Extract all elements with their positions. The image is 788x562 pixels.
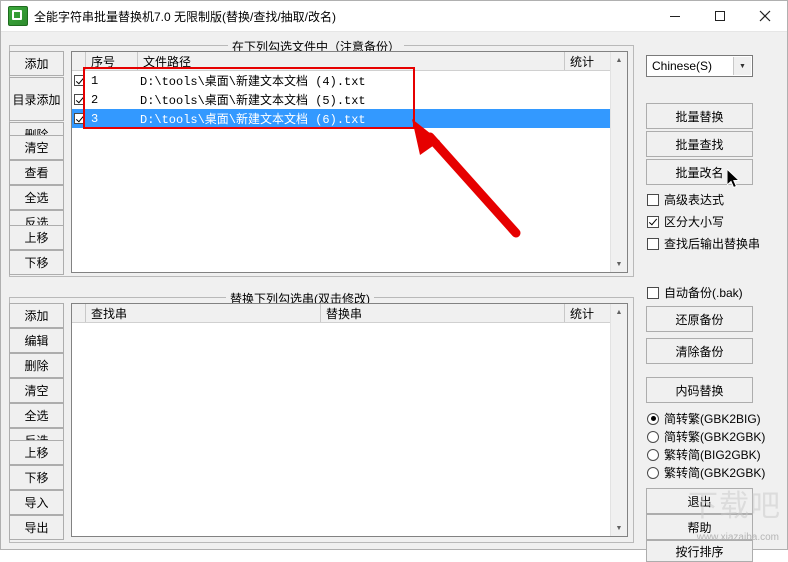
row-path: D:\tools\桌面\新建文本文档 (5).txt bbox=[140, 94, 366, 108]
chevron-down-icon[interactable]: ▼ bbox=[733, 57, 751, 75]
row-checkbox[interactable] bbox=[72, 75, 86, 86]
advanced-expression-label: 高级表达式 bbox=[664, 193, 725, 207]
checkbox-box bbox=[647, 286, 659, 299]
advanced-expression-checkbox[interactable]: 高级表达式 bbox=[647, 191, 724, 208]
output-replace-string-label: 查找后输出替换串 bbox=[664, 237, 761, 251]
sort-lines-button[interactable]: 按行排序 bbox=[646, 540, 753, 562]
row-index: 1 bbox=[91, 73, 99, 88]
replace-col-check bbox=[72, 304, 86, 322]
radio-dot bbox=[647, 430, 659, 443]
radio-gbk2gbk-t2s[interactable]: 繁转简(GBK2GBK) bbox=[647, 464, 765, 481]
replace-list[interactable]: 查找串 替换串 统计 ▲ ▼ bbox=[71, 303, 628, 537]
replace-clear-button[interactable]: 清空 bbox=[9, 378, 64, 403]
application-window: 全能字符串批量替换机7.0 无限制版(替换/查找/抽取/改名) 在下列勾选文件中… bbox=[0, 0, 788, 562]
scroll-up-icon[interactable]: ▲ bbox=[611, 52, 627, 68]
replace-list-header: 查找串 替换串 统计 bbox=[72, 304, 627, 323]
table-row[interactable]: 1 D:\tools\桌面\新建文本文档 (4).txt bbox=[72, 71, 627, 90]
radio-dot bbox=[647, 412, 659, 425]
maximize-button[interactable] bbox=[697, 1, 742, 31]
radio-gbk2big[interactable]: 简转繁(GBK2BIG) bbox=[647, 410, 761, 427]
replace-move-up-button[interactable]: 上移 bbox=[9, 440, 64, 465]
file-col-index[interactable]: 序号 bbox=[86, 52, 138, 70]
checkbox-box bbox=[647, 215, 659, 228]
file-col-check bbox=[72, 52, 86, 70]
minimize-button[interactable] bbox=[652, 1, 697, 31]
replace-col-replace[interactable]: 替换串 bbox=[321, 304, 565, 322]
replace-delete-button[interactable]: 删除 bbox=[9, 353, 64, 378]
file-select-all-button[interactable]: 全选 bbox=[9, 185, 64, 210]
row-checkbox[interactable] bbox=[72, 113, 86, 124]
case-sensitive-label: 区分大小写 bbox=[664, 215, 725, 229]
file-list-scrollbar[interactable]: ▲ ▼ bbox=[610, 52, 627, 272]
row-path: D:\tools\桌面\新建文本文档 (4).txt bbox=[140, 75, 366, 89]
radio-dot bbox=[647, 466, 659, 479]
watermark-logo: 下载吧 bbox=[688, 490, 781, 523]
radio-big2gbk-label: 繁转简(BIG2GBK) bbox=[664, 448, 761, 462]
radio-dot bbox=[647, 448, 659, 461]
replace-list-scrollbar[interactable]: ▲ ▼ bbox=[610, 304, 627, 536]
auto-backup-label: 自动备份(.bak) bbox=[664, 286, 743, 300]
file-list-header: 序号 文件路径 统计 bbox=[72, 52, 627, 71]
restore-backup-button[interactable]: 还原备份 bbox=[646, 306, 753, 332]
replace-col-find[interactable]: 查找串 bbox=[86, 304, 321, 322]
radio-big2gbk[interactable]: 繁转简(BIG2GBK) bbox=[647, 446, 761, 463]
replace-select-all-button[interactable]: 全选 bbox=[9, 403, 64, 428]
file-add-dir-button[interactable]: 目录添加 bbox=[9, 77, 64, 121]
file-list[interactable]: 序号 文件路径 统计 1 D:\tools\桌面\新建文本文档 (4).txt … bbox=[71, 51, 628, 273]
file-clear-button[interactable]: 清空 bbox=[9, 135, 64, 160]
scroll-down-icon[interactable]: ▼ bbox=[611, 520, 627, 536]
case-sensitive-checkbox[interactable]: 区分大小写 bbox=[647, 213, 724, 230]
checkbox-box bbox=[647, 193, 659, 206]
replace-move-down-button[interactable]: 下移 bbox=[9, 465, 64, 490]
replace-import-button[interactable]: 导入 bbox=[9, 490, 64, 515]
encoding-replace-button[interactable]: 内码替换 bbox=[646, 377, 753, 403]
row-index: 3 bbox=[91, 111, 99, 126]
language-combo-value: Chinese(S) bbox=[652, 59, 713, 73]
radio-gbk2gbk-s2t-label: 简转繁(GBK2GBK) bbox=[664, 430, 766, 444]
file-add-button[interactable]: 添加 bbox=[9, 51, 64, 76]
title-bar: 全能字符串批量替换机7.0 无限制版(替换/查找/抽取/改名) bbox=[1, 1, 787, 32]
row-path: D:\tools\桌面\新建文本文档 (6).txt bbox=[140, 113, 366, 127]
scroll-up-icon[interactable]: ▲ bbox=[611, 304, 627, 320]
batch-find-button[interactable]: 批量查找 bbox=[646, 131, 753, 157]
replace-edit-button[interactable]: 编辑 bbox=[9, 328, 64, 353]
window-title: 全能字符串批量替换机7.0 无限制版(替换/查找/抽取/改名) bbox=[34, 9, 337, 24]
file-move-up-button[interactable]: 上移 bbox=[9, 225, 64, 250]
row-index: 2 bbox=[91, 92, 99, 107]
replace-export-button[interactable]: 导出 bbox=[9, 515, 64, 540]
language-combo[interactable]: Chinese(S) ▼ bbox=[646, 55, 753, 77]
file-col-path[interactable]: 文件路径 bbox=[138, 52, 565, 70]
close-button[interactable] bbox=[742, 1, 787, 31]
auto-backup-checkbox[interactable]: 自动备份(.bak) bbox=[647, 284, 743, 301]
output-replace-string-checkbox[interactable]: 查找后输出替换串 bbox=[647, 235, 760, 252]
replace-add-button[interactable]: 添加 bbox=[9, 303, 64, 328]
file-move-down-button[interactable]: 下移 bbox=[9, 250, 64, 275]
file-view-button[interactable]: 查看 bbox=[9, 160, 64, 185]
radio-gbk2gbk-s2t[interactable]: 简转繁(GBK2GBK) bbox=[647, 428, 765, 445]
watermark-url: www.xiazaiba.com bbox=[696, 532, 779, 543]
window-controls bbox=[652, 1, 787, 31]
table-row[interactable]: 3 D:\tools\桌面\新建文本文档 (6).txt bbox=[72, 109, 627, 128]
radio-gbk2big-label: 简转繁(GBK2BIG) bbox=[664, 412, 761, 426]
radio-gbk2gbk-t2s-label: 繁转简(GBK2GBK) bbox=[664, 466, 766, 480]
batch-replace-button[interactable]: 批量替换 bbox=[646, 103, 753, 129]
table-row[interactable]: 2 D:\tools\桌面\新建文本文档 (5).txt bbox=[72, 90, 627, 109]
row-checkbox[interactable] bbox=[72, 94, 86, 105]
checkbox-box bbox=[647, 237, 659, 250]
app-icon bbox=[8, 6, 28, 26]
batch-rename-button[interactable]: 批量改名 bbox=[646, 159, 753, 185]
scroll-down-icon[interactable]: ▼ bbox=[611, 256, 627, 272]
clear-backup-button[interactable]: 清除备份 bbox=[646, 338, 753, 364]
